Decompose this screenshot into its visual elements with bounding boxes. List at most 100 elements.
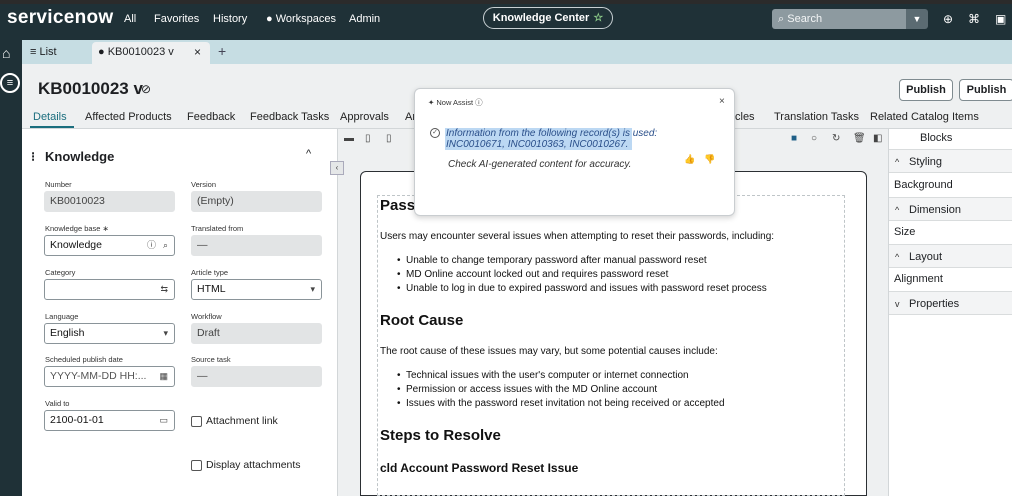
tab-kb-label: KB0010023 v bbox=[107, 46, 174, 58]
valid-to-label: Valid to bbox=[45, 399, 70, 408]
trash-icon[interactable]: 🗑 bbox=[853, 133, 866, 144]
tab-articles-partial[interactable]: cles bbox=[735, 111, 755, 123]
star-icon[interactable]: ☆ bbox=[593, 12, 603, 24]
collapse-section-icon[interactable]: ^ bbox=[306, 148, 311, 160]
nav-admin[interactable]: Admin bbox=[349, 13, 380, 25]
category-field[interactable]: ⇆ bbox=[44, 279, 175, 300]
thumbs-up-icon[interactable]: 👍 bbox=[684, 154, 695, 165]
list-item: Unable to log in due to expired password… bbox=[397, 283, 767, 294]
workflow-field[interactable]: Draft bbox=[191, 323, 322, 344]
layout-section[interactable]: ^ Layout bbox=[889, 244, 1012, 268]
heading-partial: Pass bbox=[380, 197, 416, 214]
add-tab-icon[interactable]: + bbox=[218, 43, 226, 59]
info-icon[interactable]: ⓘ bbox=[147, 236, 156, 255]
publish-button-2[interactable]: Publish bbox=[959, 79, 1012, 101]
list-item: Technical issues with the user's compute… bbox=[397, 370, 689, 381]
tab-related-catalog-items[interactable]: Related Catalog Items bbox=[870, 111, 979, 123]
left-rail bbox=[0, 40, 22, 496]
knowledge-center-label: Knowledge Center bbox=[492, 12, 590, 24]
collapse-panel-icon[interactable]: ‹ bbox=[330, 161, 344, 175]
chevron-down-icon: ▾ bbox=[163, 328, 168, 338]
source-task-field[interactable]: — bbox=[191, 366, 322, 387]
source-task-label: Source task bbox=[191, 355, 231, 364]
calendar-icon[interactable]: ▦ bbox=[159, 367, 168, 386]
nav-all[interactable]: All bbox=[124, 13, 136, 25]
tab-affected-products[interactable]: Affected Products bbox=[85, 111, 172, 123]
background-row[interactable]: Background bbox=[889, 173, 1012, 197]
tab-kb-record[interactable]: ● KB0010023 v bbox=[98, 46, 174, 58]
comment-icon[interactable]: ▬ bbox=[344, 133, 354, 144]
home-icon[interactable]: ⌂ bbox=[2, 45, 10, 61]
lookup-icon[interactable]: ⌕ bbox=[163, 236, 168, 255]
version-field[interactable]: (Empty) bbox=[191, 191, 322, 212]
article-type-select[interactable]: HTML ▾ bbox=[191, 279, 322, 300]
alignment-row[interactable]: Alignment bbox=[889, 267, 1012, 291]
info-icon[interactable]: ⓘ bbox=[475, 98, 483, 107]
brand-logo[interactable]: servicenow bbox=[7, 7, 114, 29]
chat-icon[interactable]: ⌘ bbox=[968, 12, 980, 26]
chevron-down-icon: v bbox=[895, 299, 900, 309]
category-picker-icon[interactable]: ⇆ bbox=[160, 280, 168, 299]
tag-icon[interactable]: ⊘ bbox=[141, 82, 151, 96]
globe-icon[interactable]: ⊕ bbox=[943, 12, 953, 26]
thumbs-down-icon[interactable]: 👎 bbox=[704, 154, 715, 165]
properties-label: Properties bbox=[909, 298, 960, 310]
tab-list[interactable]: ≡ List bbox=[30, 46, 57, 58]
list-item: MD Online account locked out and require… bbox=[397, 269, 668, 280]
select-icon[interactable]: ■ bbox=[791, 133, 797, 144]
valid-to-field[interactable]: 2100-01-01 ▭ bbox=[44, 410, 175, 431]
knowledge-center-pill[interactable]: Knowledge Center ☆ bbox=[483, 7, 613, 29]
close-icon[interactable]: × bbox=[719, 96, 725, 107]
now-assist-title-text: Now Assist bbox=[436, 98, 474, 107]
search-scope-dropdown[interactable]: ▼ bbox=[906, 9, 928, 29]
menu-icon[interactable]: ≡ bbox=[0, 73, 20, 93]
mobile-icon[interactable]: ▯ bbox=[386, 133, 392, 144]
knowledge-base-value: Knowledge bbox=[50, 239, 102, 251]
redo-icon[interactable]: ↻ bbox=[832, 133, 840, 144]
nav-history[interactable]: History bbox=[213, 13, 247, 25]
language-select[interactable]: English ▾ bbox=[44, 323, 175, 344]
chevron-down-icon: ▾ bbox=[310, 284, 315, 294]
size-row[interactable]: Size bbox=[889, 220, 1012, 244]
tab-translation-tasks[interactable]: Translation Tasks bbox=[774, 111, 859, 123]
search-input[interactable]: ⌕ Search bbox=[772, 9, 906, 29]
check-circle-icon: ✓ bbox=[430, 128, 440, 138]
attachment-link-checkbox[interactable] bbox=[191, 416, 202, 427]
drag-handle-icon[interactable]: ⁝ bbox=[31, 149, 35, 165]
blocks-tab[interactable]: Blocks bbox=[920, 132, 952, 144]
workflow-label: Workflow bbox=[191, 312, 222, 321]
accuracy-note: Check AI-generated content for accuracy. bbox=[448, 159, 632, 170]
translated-from-field[interactable]: — bbox=[191, 235, 322, 256]
intro-paragraph: Users may encounter several issues when … bbox=[380, 231, 775, 242]
nav-favorites[interactable]: Favorites bbox=[154, 13, 199, 25]
knowledge-base-field[interactable]: Knowledge ⓘ ⌕ bbox=[44, 235, 175, 256]
cause-paragraph: The root cause of these issues may vary,… bbox=[380, 346, 718, 357]
display-attachments-label: Display attachments bbox=[206, 459, 301, 471]
scheduled-publish-field[interactable]: YYYY-MM-DD HH:... ▦ bbox=[44, 366, 175, 387]
properties-section[interactable]: v Properties bbox=[889, 291, 1012, 315]
publish-button[interactable]: Publish bbox=[899, 79, 953, 101]
category-label: Category bbox=[45, 268, 76, 277]
knowledge-base-label: Knowledge base ∗ bbox=[45, 224, 109, 233]
number-field[interactable]: KB0010023 bbox=[44, 191, 175, 212]
dimension-section[interactable]: ^ Dimension bbox=[889, 197, 1012, 221]
styling-section[interactable]: ^ Styling bbox=[889, 149, 1012, 173]
now-assist-message[interactable]: Information from the following record(s)… bbox=[446, 128, 666, 150]
tab-feedback-tasks[interactable]: Feedback Tasks bbox=[250, 111, 329, 123]
close-icon[interactable]: × bbox=[194, 45, 201, 59]
dimension-label: Dimension bbox=[909, 204, 961, 216]
valid-to-value: 2100-01-01 bbox=[50, 414, 104, 426]
layout-icon[interactable]: ◧ bbox=[873, 133, 882, 144]
display-attachments-checkbox[interactable] bbox=[191, 460, 202, 471]
tab-details[interactable]: Details bbox=[33, 111, 67, 123]
record-title: KB0010023 v bbox=[38, 79, 143, 98]
nav-workspaces[interactable]: ● Workspaces bbox=[266, 13, 336, 25]
tablet-icon[interactable]: ▯ bbox=[365, 133, 371, 144]
tab-feedback[interactable]: Feedback bbox=[187, 111, 235, 123]
notifications-icon[interactable]: ▣ bbox=[995, 12, 1006, 26]
tab-approvals[interactable]: Approvals bbox=[340, 111, 389, 123]
calendar-icon[interactable]: ▭ bbox=[159, 411, 168, 430]
chevron-up-icon: ^ bbox=[895, 252, 900, 262]
undo-icon[interactable]: ○ bbox=[811, 133, 817, 144]
background-label: Background bbox=[894, 179, 953, 191]
